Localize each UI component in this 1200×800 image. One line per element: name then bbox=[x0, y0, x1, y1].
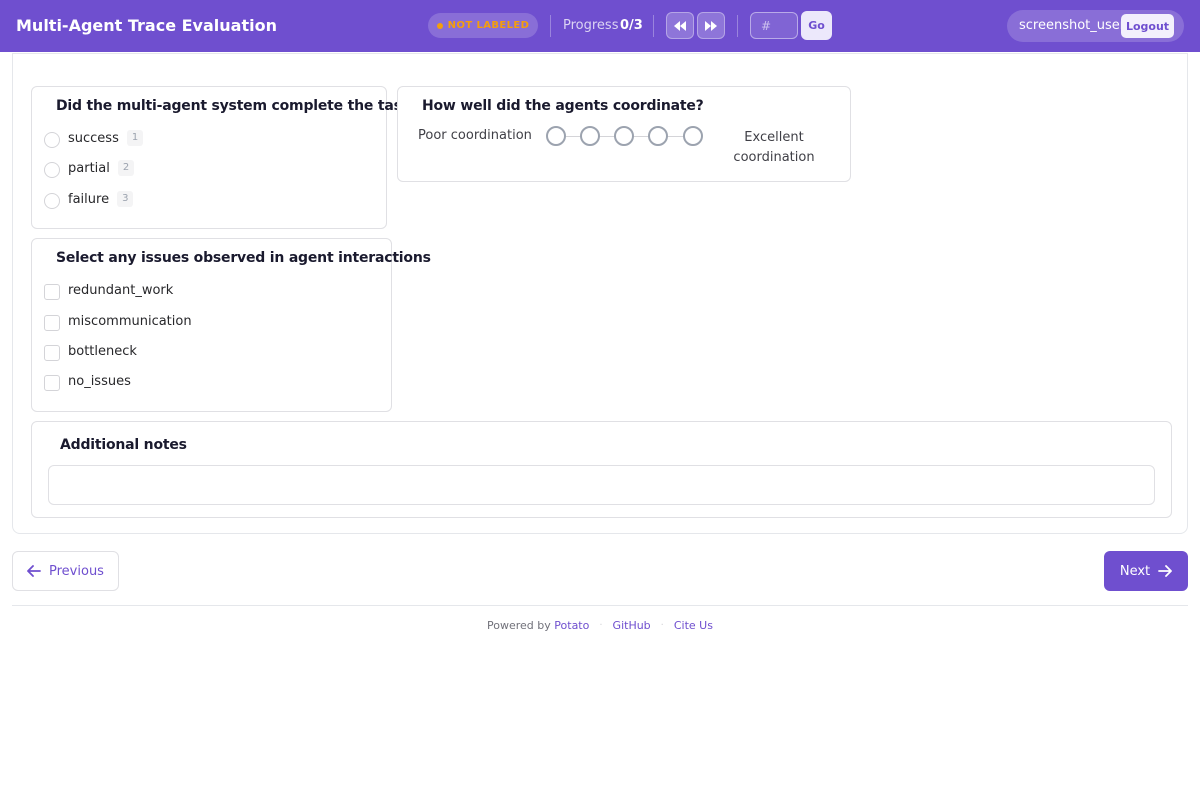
notes-panel: Additional notes bbox=[31, 421, 1172, 518]
task-completion-panel: Did the multi-agent system complete the … bbox=[31, 86, 419, 229]
radio-button[interactable] bbox=[44, 193, 60, 209]
logout-button[interactable]: Logout bbox=[1121, 14, 1174, 38]
jump-to-input[interactable] bbox=[750, 12, 798, 39]
header-separator bbox=[737, 15, 738, 37]
previous-button[interactable]: Previous bbox=[12, 551, 119, 591]
checkbox-option-bottleneck[interactable]: bottleneck bbox=[44, 341, 137, 361]
rewind-button[interactable] bbox=[666, 12, 694, 39]
previous-label: Previous bbox=[49, 563, 104, 579]
header-separator bbox=[550, 15, 551, 37]
option-label: redundant_work bbox=[68, 282, 174, 298]
footer-separator: · bbox=[599, 620, 603, 631]
header-separator bbox=[653, 15, 654, 37]
status-badge: NOT LABELED bbox=[428, 13, 538, 38]
app-title: Multi-Agent Trace Evaluation bbox=[16, 16, 277, 35]
checkbox-option-no-issues[interactable]: no_issues bbox=[44, 371, 131, 391]
checkbox[interactable] bbox=[44, 345, 60, 361]
rewind-icon bbox=[674, 20, 686, 31]
radio-option-success[interactable]: success 1 bbox=[44, 128, 144, 148]
user-pill: screenshot_user Logout bbox=[1007, 10, 1184, 42]
likert-option-5[interactable] bbox=[683, 126, 703, 146]
checkbox[interactable] bbox=[44, 315, 60, 331]
powered-by-text: Powered by Potato bbox=[487, 619, 589, 632]
progress-label: Progress bbox=[563, 18, 619, 33]
footer-separator: · bbox=[660, 620, 664, 631]
option-label: failure bbox=[68, 191, 110, 207]
next-label: Next bbox=[1119, 563, 1151, 579]
option-label: no_issues bbox=[68, 373, 131, 389]
radio-button[interactable] bbox=[44, 132, 60, 148]
progress-value: 0/3 bbox=[620, 18, 643, 33]
likert-option-1[interactable] bbox=[546, 126, 566, 146]
issues-question: Select any issues observed in agent inte… bbox=[56, 250, 431, 266]
arrow-right-icon bbox=[1158, 565, 1173, 577]
footer: Powered by Potato · GitHub · Cite Us bbox=[0, 619, 1200, 632]
radio-button[interactable] bbox=[44, 162, 60, 178]
footer-divider bbox=[12, 605, 1188, 606]
notes-title: Additional notes bbox=[60, 437, 187, 453]
likert-max-label: Excellent coordination bbox=[733, 130, 815, 165]
task-completion-question: Did the multi-agent system complete the … bbox=[56, 98, 419, 114]
checkbox[interactable] bbox=[44, 375, 60, 391]
top-header: Multi-Agent Trace Evaluation NOT LABELED… bbox=[0, 0, 1200, 52]
keyboard-shortcut-badge: 3 bbox=[117, 191, 134, 207]
potato-link[interactable]: Potato bbox=[554, 619, 589, 632]
status-dot-icon bbox=[436, 22, 443, 29]
issues-panel: Select any issues observed in agent inte… bbox=[31, 238, 431, 412]
likert-option-2[interactable] bbox=[580, 126, 600, 146]
keyboard-shortcut-badge: 1 bbox=[126, 130, 144, 146]
go-button[interactable]: Go bbox=[801, 11, 832, 40]
username: screenshot_user bbox=[1019, 18, 1126, 33]
coordination-question: How well did the agents coordinate? bbox=[422, 98, 704, 114]
status-text: NOT LABELED bbox=[447, 20, 530, 31]
coordination-panel: How well did the agents coordinate? Poor… bbox=[397, 86, 851, 182]
next-button[interactable]: Next bbox=[1104, 551, 1188, 591]
option-label: success bbox=[68, 130, 119, 146]
fast-forward-icon bbox=[705, 20, 717, 31]
likert-option-3[interactable] bbox=[614, 126, 634, 146]
keyboard-shortcut-badge: 2 bbox=[117, 160, 135, 176]
option-label: partial bbox=[68, 160, 110, 176]
option-label: miscommunication bbox=[68, 313, 192, 329]
likert-min-label: Poor coordination bbox=[418, 128, 532, 143]
notes-textarea[interactable] bbox=[48, 465, 1155, 505]
annotation-card: Did the multi-agent system complete the … bbox=[12, 53, 1188, 534]
likert-option-4[interactable] bbox=[648, 126, 668, 146]
checkbox[interactable] bbox=[44, 284, 60, 300]
radio-option-failure[interactable]: failure 3 bbox=[44, 189, 134, 209]
checkbox-option-redundant-work[interactable]: redundant_work bbox=[44, 280, 173, 300]
fast-forward-button[interactable] bbox=[697, 12, 725, 39]
github-link[interactable]: GitHub bbox=[613, 619, 651, 632]
powered-by-label: Powered by bbox=[487, 619, 551, 632]
cite-us-link[interactable]: Cite Us bbox=[674, 619, 713, 632]
option-label: bottleneck bbox=[68, 343, 137, 359]
radio-option-partial[interactable]: partial 2 bbox=[44, 158, 135, 178]
arrow-left-icon bbox=[27, 565, 41, 577]
checkbox-option-miscommunication[interactable]: miscommunication bbox=[44, 311, 192, 331]
